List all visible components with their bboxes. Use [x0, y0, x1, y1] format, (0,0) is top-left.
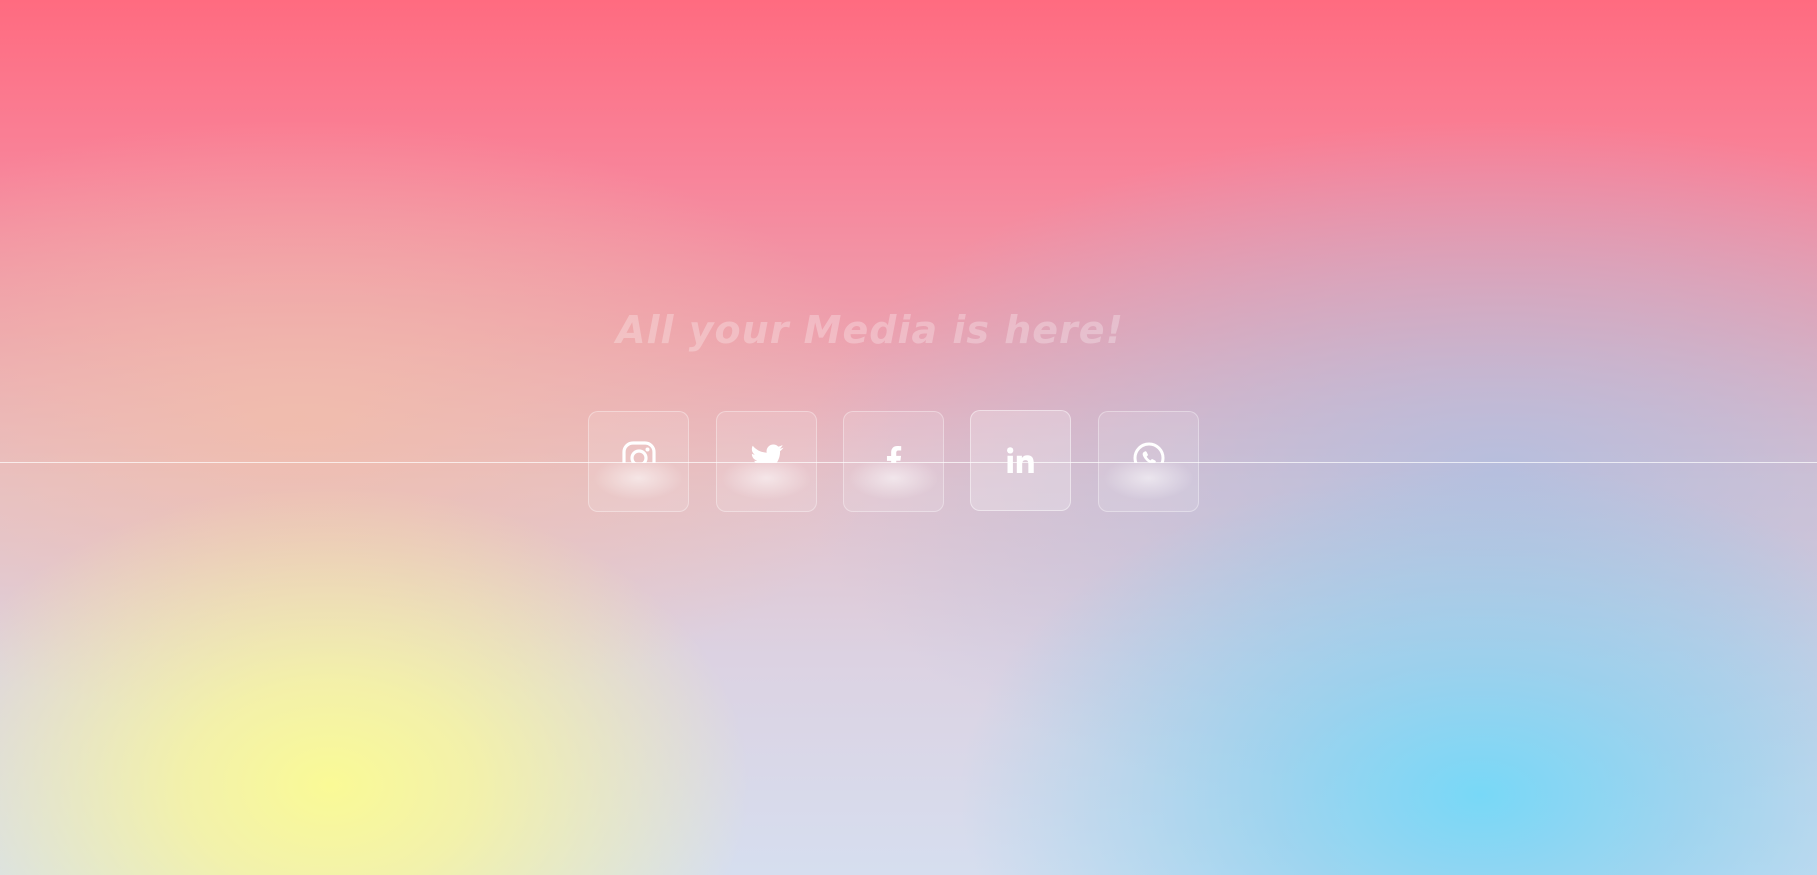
facebook-icon	[876, 440, 912, 463]
twitter-button[interactable]	[716, 411, 817, 512]
twitter-icon	[749, 440, 785, 463]
linkedin-icon	[1003, 443, 1039, 479]
whatsapp-button[interactable]	[1098, 411, 1199, 512]
social-icons-row	[0, 0, 1817, 875]
linkedin-button[interactable]	[970, 410, 1071, 511]
facebook-button[interactable]	[843, 411, 944, 512]
instagram-icon	[621, 440, 657, 463]
instagram-button[interactable]	[588, 411, 689, 512]
whatsapp-icon	[1131, 440, 1167, 463]
